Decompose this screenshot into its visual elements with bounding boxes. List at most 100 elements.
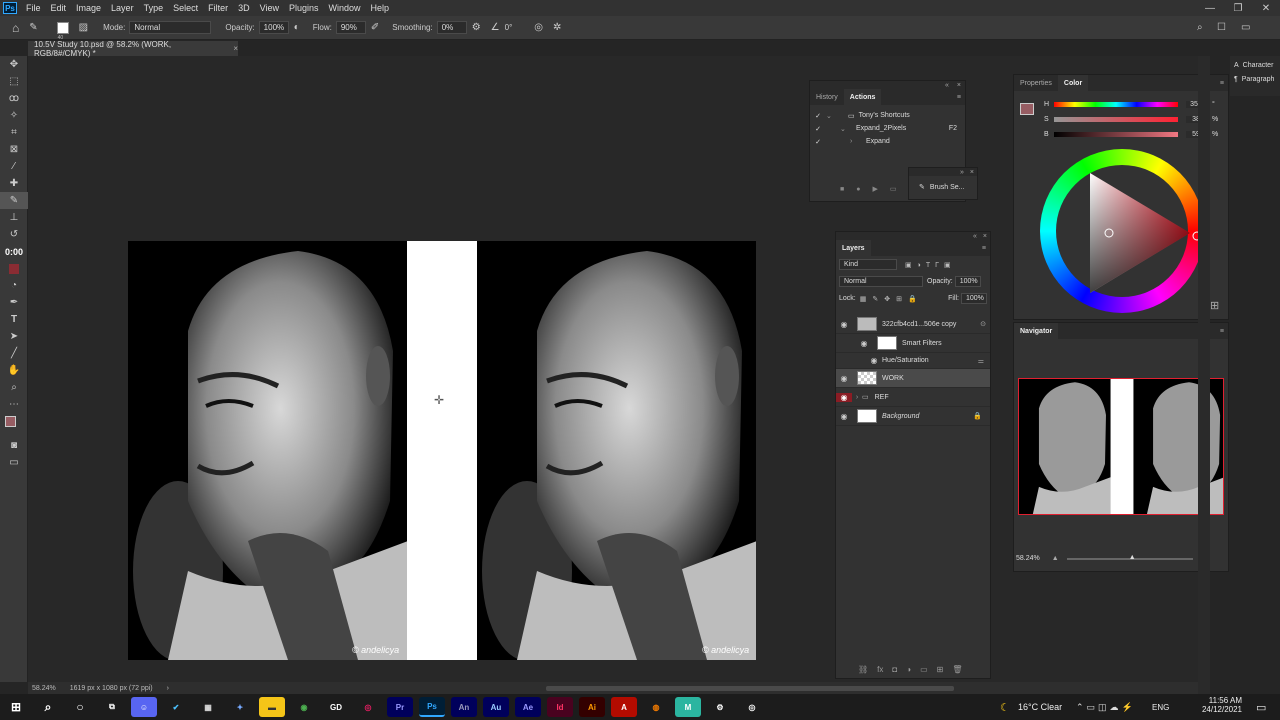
horizontal-scrollbar[interactable] bbox=[546, 685, 954, 691]
quick-mask-icon[interactable]: ◙ bbox=[0, 437, 28, 454]
menu-select[interactable]: Select bbox=[168, 3, 203, 13]
hand-tool-icon[interactable]: ✋ bbox=[0, 362, 28, 379]
group-icon[interactable]: ▭ bbox=[920, 665, 928, 674]
task-view-icon[interactable]: ⧉ bbox=[99, 697, 125, 717]
brush-tool-icon[interactable]: ✎ bbox=[29, 22, 37, 33]
layer-row-work[interactable]: ◉ WORK bbox=[836, 369, 990, 388]
illustrator-icon[interactable]: Ai bbox=[579, 697, 605, 717]
search-icon[interactable]: ⌕ bbox=[1197, 22, 1203, 33]
animate-icon[interactable]: An bbox=[451, 697, 477, 717]
premiere-icon[interactable]: Pr bbox=[387, 697, 413, 717]
color-swatch-icon[interactable] bbox=[0, 260, 28, 277]
file-explorer-icon[interactable]: ▬ bbox=[259, 697, 285, 717]
menu-3d[interactable]: 3D bbox=[233, 3, 255, 13]
canvas[interactable]: © andelicya © andelicya ✛ bbox=[128, 241, 756, 660]
menu-layer[interactable]: Layer bbox=[106, 3, 139, 13]
menu-help[interactable]: Help bbox=[366, 3, 395, 13]
indesign-icon[interactable]: Id bbox=[547, 697, 573, 717]
trash-icon[interactable]: 🗑 bbox=[952, 665, 962, 674]
tab-navigator[interactable]: Navigator bbox=[1014, 323, 1059, 339]
hue-slider[interactable] bbox=[1054, 102, 1178, 107]
chevron-down-icon[interactable]: ⌄ bbox=[840, 125, 856, 133]
workspace-icon[interactable]: ▭ bbox=[1241, 22, 1250, 33]
app-icon[interactable]: ◎ bbox=[355, 697, 381, 717]
collapse-icon[interactable]: » bbox=[960, 169, 964, 176]
foreground-color-swatch[interactable] bbox=[1020, 103, 1034, 115]
tab-history[interactable]: History bbox=[810, 89, 844, 105]
history-brush-tool-icon[interactable]: ↺ bbox=[0, 226, 28, 243]
brush-settings-icon[interactable]: ▨ bbox=[79, 22, 88, 33]
line-tool-icon[interactable]: ╱ bbox=[0, 345, 28, 362]
paragraph-panel-button[interactable]: ¶ Paragraph bbox=[1230, 72, 1280, 86]
app-icon[interactable]: ◎ bbox=[739, 697, 765, 717]
share-icon[interactable]: ☐ bbox=[1217, 22, 1226, 33]
chevron-right-icon[interactable]: › bbox=[850, 138, 866, 145]
color-wheel[interactable] bbox=[1040, 149, 1204, 313]
clone-stamp-tool-icon[interactable]: ⊥ bbox=[0, 209, 28, 226]
action-row[interactable]: ✓ › Expand bbox=[810, 135, 965, 148]
hue-saturation-row[interactable]: ◉ Hue/Saturation ⚌ bbox=[836, 353, 990, 369]
brush-settings-item[interactable]: ✎ Brush Se... bbox=[909, 176, 977, 198]
new-set-icon[interactable]: ▭ bbox=[890, 185, 897, 193]
mode-select[interactable]: Normal bbox=[129, 21, 212, 34]
status-zoom[interactable]: 58.24% bbox=[32, 685, 56, 692]
layer-opacity-field[interactable]: 100% bbox=[954, 276, 981, 287]
mask-icon[interactable]: ◘ bbox=[892, 665, 897, 674]
zoom-tool-icon[interactable]: ⌕ bbox=[0, 379, 28, 396]
angle-icon[interactable]: ∠ bbox=[491, 22, 500, 33]
kind-select[interactable]: Kind bbox=[839, 259, 897, 270]
adjustment-icon[interactable]: ◑ bbox=[906, 665, 911, 674]
panel-menu-icon[interactable]: ≡ bbox=[982, 245, 986, 252]
windows-start-icon[interactable]: ⊞ bbox=[3, 697, 29, 717]
minimize-icon[interactable]: — bbox=[1196, 0, 1224, 16]
menu-edit[interactable]: Edit bbox=[46, 3, 72, 13]
blend-mode-select[interactable]: Normal bbox=[839, 276, 923, 287]
collapse-icon[interactable]: « bbox=[945, 82, 949, 89]
app-icon[interactable]: ⚙ bbox=[707, 697, 733, 717]
menu-window[interactable]: Window bbox=[324, 3, 366, 13]
layer-row-background[interactable]: ◉ Background 🔒 bbox=[836, 407, 990, 426]
crop-tool-icon[interactable]: ⌗ bbox=[0, 124, 28, 141]
tab-color[interactable]: Color bbox=[1057, 75, 1089, 91]
brush-tool-active-icon[interactable]: ✎ bbox=[0, 192, 28, 209]
close-icon[interactable]: ✕ bbox=[1252, 0, 1280, 16]
menu-filter[interactable]: Filter bbox=[203, 3, 233, 13]
tab-layers[interactable]: Layers bbox=[836, 240, 871, 256]
add-swatch-icon[interactable]: ⊞ bbox=[1210, 299, 1219, 312]
layer-row-ref-group[interactable]: ◉ › ▭ REF bbox=[836, 388, 990, 407]
frame-tool-icon[interactable]: ⊠ bbox=[0, 141, 28, 158]
audition-icon[interactable]: Au bbox=[483, 697, 509, 717]
lock-icons[interactable]: ▦✎✥⊞🔒 bbox=[860, 295, 923, 303]
cortana-icon[interactable]: ○ bbox=[67, 697, 93, 717]
symmetry-icon[interactable]: ✲ bbox=[553, 22, 561, 33]
panel-menu-icon[interactable]: ≡ bbox=[1220, 80, 1224, 87]
pressure-size-icon[interactable]: ◎ bbox=[534, 22, 543, 33]
fill-field[interactable]: 100% bbox=[961, 293, 987, 304]
navigator-zoom-value[interactable]: 58.24% bbox=[1016, 555, 1040, 562]
navigator-preview[interactable] bbox=[1018, 378, 1224, 515]
flow-field[interactable]: 90% bbox=[335, 21, 366, 34]
pen-tool-icon[interactable]: ✒ bbox=[0, 294, 28, 311]
restore-icon[interactable]: ❐ bbox=[1224, 0, 1252, 16]
layer-row-smart-object[interactable]: ◉ 322cfb4cd1...506e copy ⊙ bbox=[836, 315, 990, 334]
app-gd-icon[interactable]: GD bbox=[323, 697, 349, 717]
action-row[interactable]: ✓ ⌄ ▭ Tony's Shortcuts bbox=[810, 109, 965, 122]
acrobat-icon[interactable]: A bbox=[611, 697, 637, 717]
clock[interactable]: 11:56 AM 24/12/2021 bbox=[1196, 696, 1242, 714]
airbrush-icon[interactable]: ✐ bbox=[371, 22, 379, 33]
close-tab-icon[interactable]: × bbox=[233, 44, 238, 53]
more-tools-icon[interactable]: ⋯ bbox=[0, 396, 28, 413]
eye-icon[interactable]: ◉ bbox=[836, 320, 852, 329]
app-icon[interactable]: ✔ bbox=[163, 697, 189, 717]
smart-filters-row[interactable]: ◉ Smart Filters bbox=[836, 334, 990, 353]
collapse-icon[interactable]: « bbox=[973, 233, 977, 240]
healing-tool-icon[interactable]: ✚ bbox=[0, 175, 28, 192]
link-icon[interactable]: ⛓ bbox=[858, 665, 868, 674]
language-indicator[interactable]: ENG bbox=[1152, 703, 1169, 712]
panel-menu-icon[interactable]: ≡ bbox=[1220, 328, 1224, 335]
opacity-field[interactable]: 100% bbox=[258, 21, 289, 34]
chevron-down-icon[interactable]: ⌄ bbox=[826, 112, 848, 120]
fg-bg-color-swatch[interactable] bbox=[0, 413, 28, 437]
blender-icon[interactable]: ◍ bbox=[643, 697, 669, 717]
lasso-tool-icon[interactable]: ꝏ bbox=[0, 90, 28, 107]
